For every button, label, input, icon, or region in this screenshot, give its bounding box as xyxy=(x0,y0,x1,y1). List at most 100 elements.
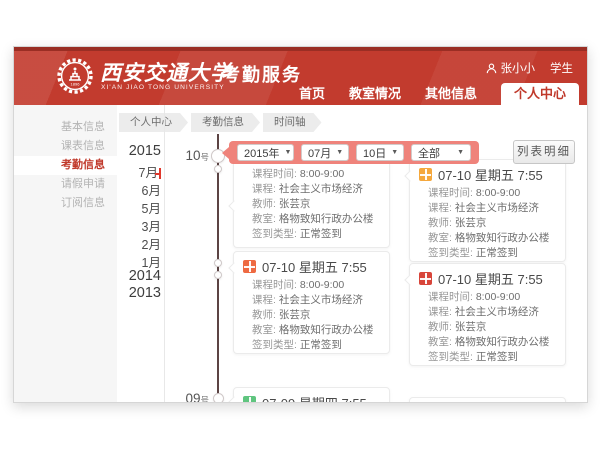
svg-text:1896: 1896 xyxy=(71,82,81,87)
sidebar: 基本信息 课表信息 考勤信息 请假申请 订阅信息 xyxy=(14,105,117,403)
nav-tab-home[interactable]: 首页 xyxy=(299,83,325,105)
month-filter-value: 07月 xyxy=(308,145,331,161)
sidebar-item-basic-info[interactable]: 基本信息 xyxy=(14,118,117,137)
field-value: 正常签到 xyxy=(300,339,342,351)
attendance-card[interactable]: 课程时间8:00-9:00 课程社会主义市场经济 教师张芸京 教室格物致知行政办… xyxy=(233,159,390,248)
day-marker-09: 09号 xyxy=(169,391,209,403)
period-2013[interactable]: 2013 xyxy=(129,285,161,301)
field-label: 课程 xyxy=(252,294,279,306)
period-july[interactable]: 7月 xyxy=(139,162,161,181)
attendance-card[interactable]: 07-09 星期四 7:55 xyxy=(233,387,390,403)
sidebar-item-timetable-info[interactable]: 课表信息 xyxy=(14,137,117,156)
field-value: 社会主义市场经济 xyxy=(279,294,363,306)
chevron-down-icon: ▼ xyxy=(457,149,464,156)
breadcrumb-attendance-info[interactable]: 考勤信息 xyxy=(191,113,260,132)
period-2015[interactable]: 2015 xyxy=(129,143,161,159)
field-value: 8:00-9:00 xyxy=(300,279,344,291)
field-value: 格物致知行政办公楼 xyxy=(279,213,374,225)
university-emblem-icon: 1896 xyxy=(56,57,94,95)
field-value: 8:00-9:00 xyxy=(476,291,520,303)
timeline-node-small xyxy=(214,165,222,173)
user-info[interactable]: 张小小 学生 xyxy=(486,60,574,76)
main-nav: 首页 教室情况 其他信息 个人中心 xyxy=(299,83,579,105)
type-filter-dropdown[interactable]: 全部 ▼ xyxy=(411,144,471,161)
period-2014[interactable]: 2014 xyxy=(129,268,161,284)
field-value: 张芸京 xyxy=(279,309,311,321)
period-february[interactable]: 2月 xyxy=(142,234,161,253)
field-value: 格物致知行政办公楼 xyxy=(279,324,374,336)
list-detail-button[interactable]: 列表明细 xyxy=(513,140,575,164)
current-month-marker xyxy=(159,168,161,179)
user-name: 张小小 xyxy=(501,60,536,76)
card-date-header: 07-09 星期四 7:55 xyxy=(262,393,367,403)
field-label: 课程 xyxy=(428,202,455,214)
field-label: 教师 xyxy=(252,198,279,210)
page-canvas: 1896 西安交通大学 XI'AN JIAO TONG UNIVERSITY 考… xyxy=(0,0,600,450)
attendance-card[interactable]: 07-10 星期五 7:55 课程时间8:00-9:00 课程社会主义市场经济 … xyxy=(409,159,566,262)
day-filter-value: 10日 xyxy=(363,145,386,161)
app-header: 1896 西安交通大学 XI'AN JIAO TONG UNIVERSITY 考… xyxy=(14,47,587,105)
attendance-card[interactable] xyxy=(409,397,566,403)
attendance-type-icon xyxy=(243,260,256,273)
timeline-node-medium xyxy=(213,393,224,403)
field-label: 签到类型 xyxy=(428,351,476,363)
field-label: 签到类型 xyxy=(252,339,300,351)
app-window: 1896 西安交通大学 XI'AN JIAO TONG UNIVERSITY 考… xyxy=(13,46,588,403)
field-label: 教室 xyxy=(252,324,279,336)
person-icon xyxy=(486,63,497,74)
field-value: 格物致知行政办公楼 xyxy=(455,232,550,244)
sidebar-item-leave-request[interactable]: 请假申请 xyxy=(14,175,117,194)
nav-tab-classrooms[interactable]: 教室情况 xyxy=(349,83,401,105)
field-label: 签到类型 xyxy=(252,228,300,240)
field-label: 课程时间 xyxy=(428,187,476,199)
period-march[interactable]: 3月 xyxy=(142,216,161,235)
field-value: 张芸京 xyxy=(455,321,487,333)
sidebar-item-attendance-info[interactable]: 考勤信息 xyxy=(14,156,117,175)
timeline-period-list: 2015 7月 6月 5月 3月 2月 1月 2014 2013 xyxy=(119,47,161,403)
timeline-node-small xyxy=(214,259,222,267)
field-value: 社会主义市场经济 xyxy=(455,202,539,214)
period-may[interactable]: 5月 xyxy=(142,198,161,217)
nav-tab-other-info[interactable]: 其他信息 xyxy=(425,83,477,105)
column-divider xyxy=(164,105,165,403)
card-date-header: 07-10 星期五 7:55 xyxy=(438,165,543,184)
card-tail xyxy=(228,396,239,403)
month-filter-dropdown[interactable]: 07月 ▼ xyxy=(301,144,349,161)
card-date-header: 07-10 星期五 7:55 xyxy=(438,269,543,288)
field-label: 教师 xyxy=(428,321,455,333)
field-value: 8:00-9:00 xyxy=(300,168,344,180)
field-value: 社会主义市场经济 xyxy=(279,183,363,195)
field-value: 张芸京 xyxy=(455,217,487,229)
field-label: 课程 xyxy=(252,183,279,195)
field-label: 教室 xyxy=(428,232,455,244)
year-filter-value: 2015年 xyxy=(244,145,279,161)
timeline-node-small xyxy=(214,271,222,279)
field-label: 课程 xyxy=(428,306,455,318)
field-label: 教师 xyxy=(252,309,279,321)
field-label: 课程时间 xyxy=(428,291,476,303)
field-value: 8:00-9:00 xyxy=(476,187,520,199)
service-title: 考勤服务 xyxy=(222,61,302,87)
card-tail xyxy=(404,170,415,181)
card-date-header: 07-10 星期五 7:55 xyxy=(262,257,367,276)
attendance-card[interactable]: 07-10 星期五 7:55 课程时间8:00-9:00 课程社会主义市场经济 … xyxy=(233,251,390,354)
field-value: 格物致知行政办公楼 xyxy=(455,336,550,348)
card-tail xyxy=(404,274,415,285)
field-value: 正常签到 xyxy=(300,228,342,240)
field-label: 课程时间 xyxy=(252,168,300,180)
field-label: 教师 xyxy=(428,217,455,229)
nav-tab-personal-center[interactable]: 个人中心 xyxy=(501,83,579,105)
day-filter-dropdown[interactable]: 10日 ▼ xyxy=(356,144,404,161)
attendance-type-icon xyxy=(419,272,432,285)
attendance-type-icon xyxy=(243,396,256,403)
card-tail xyxy=(228,200,239,211)
user-role: 学生 xyxy=(550,60,573,76)
field-value: 张芸京 xyxy=(279,198,311,210)
sidebar-item-subscription-info[interactable]: 订阅信息 xyxy=(14,194,117,213)
field-value: 正常签到 xyxy=(476,247,518,259)
attendance-card[interactable]: 07-10 星期五 7:55 课程时间8:00-9:00 课程社会主义市场经济 … xyxy=(409,263,566,366)
breadcrumb-timeline[interactable]: 时间轴 xyxy=(263,113,322,132)
chevron-down-icon: ▼ xyxy=(284,149,291,156)
year-filter-dropdown[interactable]: 2015年 ▼ xyxy=(237,144,294,161)
period-june[interactable]: 6月 xyxy=(142,180,161,199)
